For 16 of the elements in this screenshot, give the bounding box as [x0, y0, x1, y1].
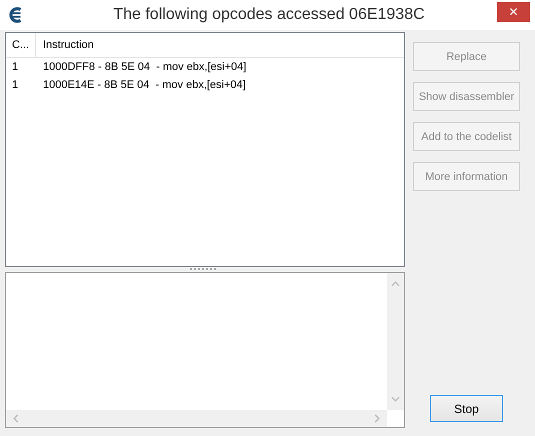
text-area[interactable] [5, 272, 405, 428]
column-header[interactable]: Instruction [36, 33, 94, 57]
scroll-down-icon[interactable] [391, 396, 400, 402]
scroll-up-icon[interactable] [391, 281, 400, 287]
table-cell-text: 1000E14E - 8B 5E 04 - mov ebx,[esi+04] [42, 79, 246, 91]
scroll-left-icon[interactable] [13, 414, 19, 423]
table-cell-text: 1 [11, 61, 20, 73]
column-header[interactable]: C... [6, 33, 36, 57]
stop-button[interactable]: Stop [430, 395, 503, 422]
vertical-scrollbar[interactable] [387, 273, 404, 410]
window-title: The following opcodes accessed 06E1938C [113, 6, 425, 24]
table-cell-text: 1000DFF8 - 8B 5E 04 - mov ebx,[esi+04] [42, 61, 246, 73]
table-cell-text: 1 [11, 79, 20, 91]
scroll-right-icon[interactable] [374, 414, 380, 423]
horizontal-scrollbar[interactable] [6, 410, 387, 427]
close-button[interactable]: ✕ [497, 2, 530, 22]
